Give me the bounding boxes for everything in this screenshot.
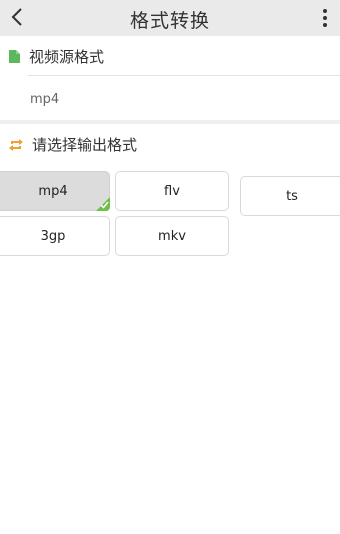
document-icon <box>9 50 20 63</box>
format-label: flv <box>164 183 180 199</box>
output-format-title: 请选择输出格式 <box>32 136 138 154</box>
format-label: mkv <box>158 228 186 244</box>
format-label: mp4 <box>38 183 68 199</box>
page-title: 格式转换 <box>129 10 210 32</box>
source-format-header: 视频源格式 <box>8 46 104 67</box>
format-label: 3gp <box>40 228 66 244</box>
format-option-mp4[interactable]: mp4 <box>0 171 110 211</box>
format-label: ts <box>286 188 298 204</box>
format-option-ts[interactable]: ts <box>240 176 340 216</box>
source-format-title: 视频源格式 <box>29 48 105 66</box>
selected-check-icon <box>96 197 110 211</box>
more-vertical-icon <box>323 9 327 13</box>
format-option-3gp[interactable]: 3gp <box>0 216 110 256</box>
more-menu-button[interactable] <box>318 6 332 30</box>
convert-icon <box>9 138 23 151</box>
divider <box>28 75 340 76</box>
app-bar: 格式转换 <box>0 0 340 36</box>
section-separator <box>0 120 340 124</box>
output-format-header: 请选择输出格式 <box>8 134 137 155</box>
source-format-value: mp4 <box>30 92 60 107</box>
format-option-mkv[interactable]: mkv <box>115 216 229 256</box>
format-option-flv[interactable]: flv <box>115 171 229 211</box>
